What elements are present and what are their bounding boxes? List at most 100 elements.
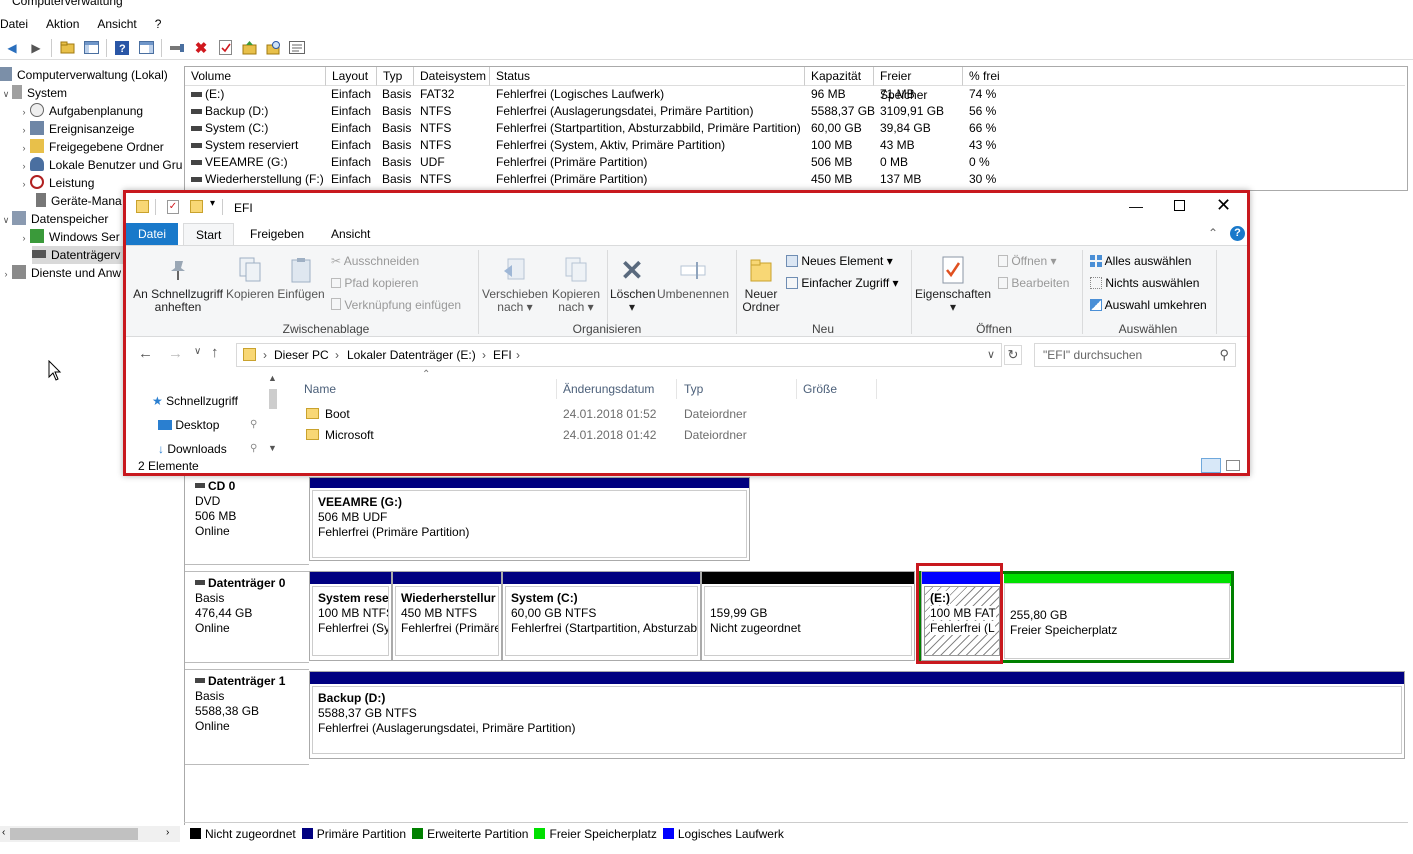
partition-veeamre[interactable]: VEEAMRE (G:) 506 MB UDF Fehlerfrei (Primär… xyxy=(309,477,750,561)
menu-aktion[interactable]: Aktion xyxy=(46,17,87,31)
chevron-right-icon[interactable]: › xyxy=(18,157,30,175)
cut-button[interactable]: ✂ Ausschneiden xyxy=(331,252,419,270)
col-dateisystem[interactable]: Dateisystem xyxy=(414,67,490,86)
properties-button[interactable]: Eigenschaften ▾ xyxy=(914,256,992,314)
show-hide-tree-icon[interactable] xyxy=(83,40,99,56)
col-date[interactable]: Änderungsdatum xyxy=(559,379,677,399)
move-to-button[interactable]: Verschieben nach ▾ xyxy=(482,256,548,314)
search-input[interactable]: "EFI" durchsuchen ⚲ xyxy=(1034,343,1236,367)
tree-aufgabenplanung[interactable]: › Aufgabenplanung xyxy=(18,102,143,120)
partition-free-space[interactable]: 255,80 GB Freier Speicherplatz xyxy=(1004,583,1230,659)
paste-shortcut-button[interactable]: Verknüpfung einfügen xyxy=(331,296,461,314)
help-icon[interactable]: ? xyxy=(1230,226,1245,241)
col-layout[interactable]: Layout xyxy=(326,67,377,86)
minimize-button[interactable]: — xyxy=(1126,198,1146,214)
volume-row[interactable]: VEEAMRE (G:) Einfach Basis UDF Fehlerfrei (P… xyxy=(185,154,1405,171)
partition-backup-d[interactable]: Backup (D:) 5588,37 GB NTFS Fehlerfrei (Au… xyxy=(309,671,1405,759)
address-dropdown-icon[interactable]: ∨ xyxy=(987,344,995,366)
new-folder-button[interactable]: Neuer Ordner xyxy=(738,256,784,314)
menu-help[interactable]: ? xyxy=(155,17,170,31)
rename-button[interactable]: Umbenennen xyxy=(656,256,730,301)
tab-ansicht[interactable]: Ansicht xyxy=(319,223,382,245)
close-button[interactable]: ✕ xyxy=(1216,195,1231,216)
col-prozent-frei[interactable]: % frei xyxy=(963,67,1405,86)
delete-icon[interactable]: ✖ xyxy=(193,40,209,57)
up-arrow-icon[interactable]: ↑ xyxy=(211,344,219,361)
col-name[interactable]: Name xyxy=(301,379,557,399)
address-bar[interactable]: › Dieser PC › Lokaler Datenträger (E:) ›… xyxy=(236,343,1002,367)
col-kapazitaet[interactable]: Kapazität xyxy=(805,67,874,86)
collapse-ribbon-icon[interactable]: ⌃ xyxy=(1208,226,1218,240)
copy-path-button[interactable]: Pfad kopieren xyxy=(331,274,418,292)
partition-system-c[interactable]: System (C:) 60,00 GB NTFS Fehlerfrei (Star… xyxy=(502,571,701,661)
col-volume[interactable]: Volume xyxy=(185,67,326,86)
chevron-right-icon[interactable]: › xyxy=(18,175,30,193)
menu-datei[interactable]: Datei xyxy=(0,17,36,31)
details-view-icon[interactable] xyxy=(1201,458,1221,473)
tree-datenspeicher[interactable]: ∨ Datenspeicher xyxy=(0,210,108,228)
edit-button[interactable]: Bearbeiten xyxy=(998,274,1069,292)
file-row[interactable]: Boot 24.01.2018 01:52 Dateiordner xyxy=(301,405,1001,425)
breadcrumb-efi[interactable]: EFI xyxy=(493,344,512,366)
tree-freigegebene-ordner[interactable]: › Freigegebene Ordner xyxy=(18,138,164,156)
file-row[interactable]: Microsoft 24.01.2018 01:42 Dateiordner xyxy=(301,426,1001,446)
volume-row[interactable]: (E:) Einfach Basis FAT32 Fehlerfrei (Logisch… xyxy=(185,86,1405,103)
customize-quick-access-icon[interactable]: ▾ xyxy=(210,198,215,209)
scroll-right-icon[interactable]: › xyxy=(166,827,169,838)
partition-system-reserviert[interactable]: System rese 100 MB NTFS Fehlerfrei (Sy xyxy=(309,571,392,661)
tree-ereignisanzeige[interactable]: › Ereignisanzeige xyxy=(18,120,134,138)
help-icon[interactable]: ? xyxy=(114,40,130,56)
easy-access-button[interactable]: Einfacher Zugriff ▾ xyxy=(786,274,899,292)
copy-button[interactable]: Kopieren xyxy=(226,256,274,301)
volume-row[interactable]: Wiederherstellung (F:) Einfach Basis NTFS Fe… xyxy=(185,171,1405,188)
chevron-right-icon[interactable]: › xyxy=(18,139,30,157)
properties-icon[interactable] xyxy=(217,40,233,56)
open-button[interactable]: Öffnen ▾ xyxy=(998,252,1057,270)
col-size[interactable]: Größe xyxy=(799,379,877,399)
nav-desktop[interactable]: Desktop ⚲ xyxy=(158,415,264,435)
chevron-right-icon[interactable]: › xyxy=(18,121,30,139)
menu-ansicht[interactable]: Ansicht xyxy=(97,17,144,31)
copy-to-button[interactable]: Kopieren nach ▾ xyxy=(548,256,604,314)
disk-label-cd0[interactable]: CD 0 DVD 506 MB Online xyxy=(185,475,309,565)
properties-quick-icon[interactable]: ✓ xyxy=(167,200,179,214)
chevron-right-icon[interactable]: › xyxy=(0,265,12,283)
scroll-left-icon[interactable]: ‹ xyxy=(2,827,5,838)
delete-button[interactable]: ✕ Löschen ▾ xyxy=(610,256,655,314)
forward-icon[interactable]: ▶ xyxy=(28,40,44,56)
col-typ[interactable]: Typ xyxy=(377,67,414,86)
back-icon[interactable]: ◀ xyxy=(4,40,20,56)
refresh-icon[interactable]: ↻ xyxy=(1004,345,1022,365)
tab-datei[interactable]: Datei xyxy=(126,223,179,245)
partition-wiederherstellung[interactable]: Wiederherstellur 450 MB NTFS Fehlerfrei (P… xyxy=(392,571,502,661)
partition-unallocated[interactable]: 159,99 GB Nicht zugeordnet xyxy=(701,571,915,661)
search-icon[interactable]: ⚲ xyxy=(1219,344,1229,366)
tree-dienste[interactable]: › Dienste und Anw xyxy=(0,264,121,282)
large-icons-view-icon[interactable] xyxy=(1226,460,1240,471)
nav-scrollbar[interactable]: ▲ ▼ xyxy=(266,373,280,457)
settings-list-icon[interactable] xyxy=(289,40,305,56)
tree-windows-server-sicherung[interactable]: › Windows Ser xyxy=(18,228,120,246)
disk-label-datentraeger1[interactable]: Datenträger 1 Basis 5588,38 GB Online xyxy=(185,669,309,765)
tab-start[interactable]: Start xyxy=(183,223,235,245)
nav-downloads[interactable]: ↓ Downloads ⚲ xyxy=(158,439,264,459)
volume-row[interactable]: System (C:) Einfach Basis NTFS Fehlerfrei (S… xyxy=(185,120,1405,137)
back-arrow-icon[interactable]: ← xyxy=(138,345,153,362)
recent-locations-icon[interactable]: ∨ xyxy=(194,346,201,357)
tree-leistung[interactable]: › Leistung xyxy=(18,174,94,192)
tree-system[interactable]: ∨ System xyxy=(0,84,67,102)
col-status[interactable]: Status xyxy=(490,67,805,86)
volume-row[interactable]: Backup (D:) Einfach Basis NTFS Fehlerfrei (A… xyxy=(185,103,1405,120)
chevron-right-icon[interactable]: › xyxy=(18,229,30,247)
new-item-button[interactable]: Neues Element ▾ xyxy=(786,252,893,270)
up-folder-icon[interactable] xyxy=(59,40,75,56)
invert-selection-button[interactable]: Auswahl umkehren xyxy=(1090,296,1207,314)
tree-geraete-manager[interactable]: Geräte-Mana xyxy=(36,192,122,210)
volume-row[interactable]: System reserviert Einfach Basis NTFS Fehlerf… xyxy=(185,137,1405,154)
forward-arrow-icon[interactable]: → xyxy=(168,345,183,362)
disk-label-datentraeger0[interactable]: Datenträger 0 Basis 476,44 GB Online xyxy=(185,571,309,663)
chevron-right-icon[interactable]: › xyxy=(18,103,30,121)
nav-schnellzugriff[interactable]: ★ Schnellzugriff xyxy=(152,391,238,411)
tree-root[interactable]: Computerverwaltung (Lokal) xyxy=(0,66,168,84)
scroll-thumb[interactable] xyxy=(10,828,138,840)
